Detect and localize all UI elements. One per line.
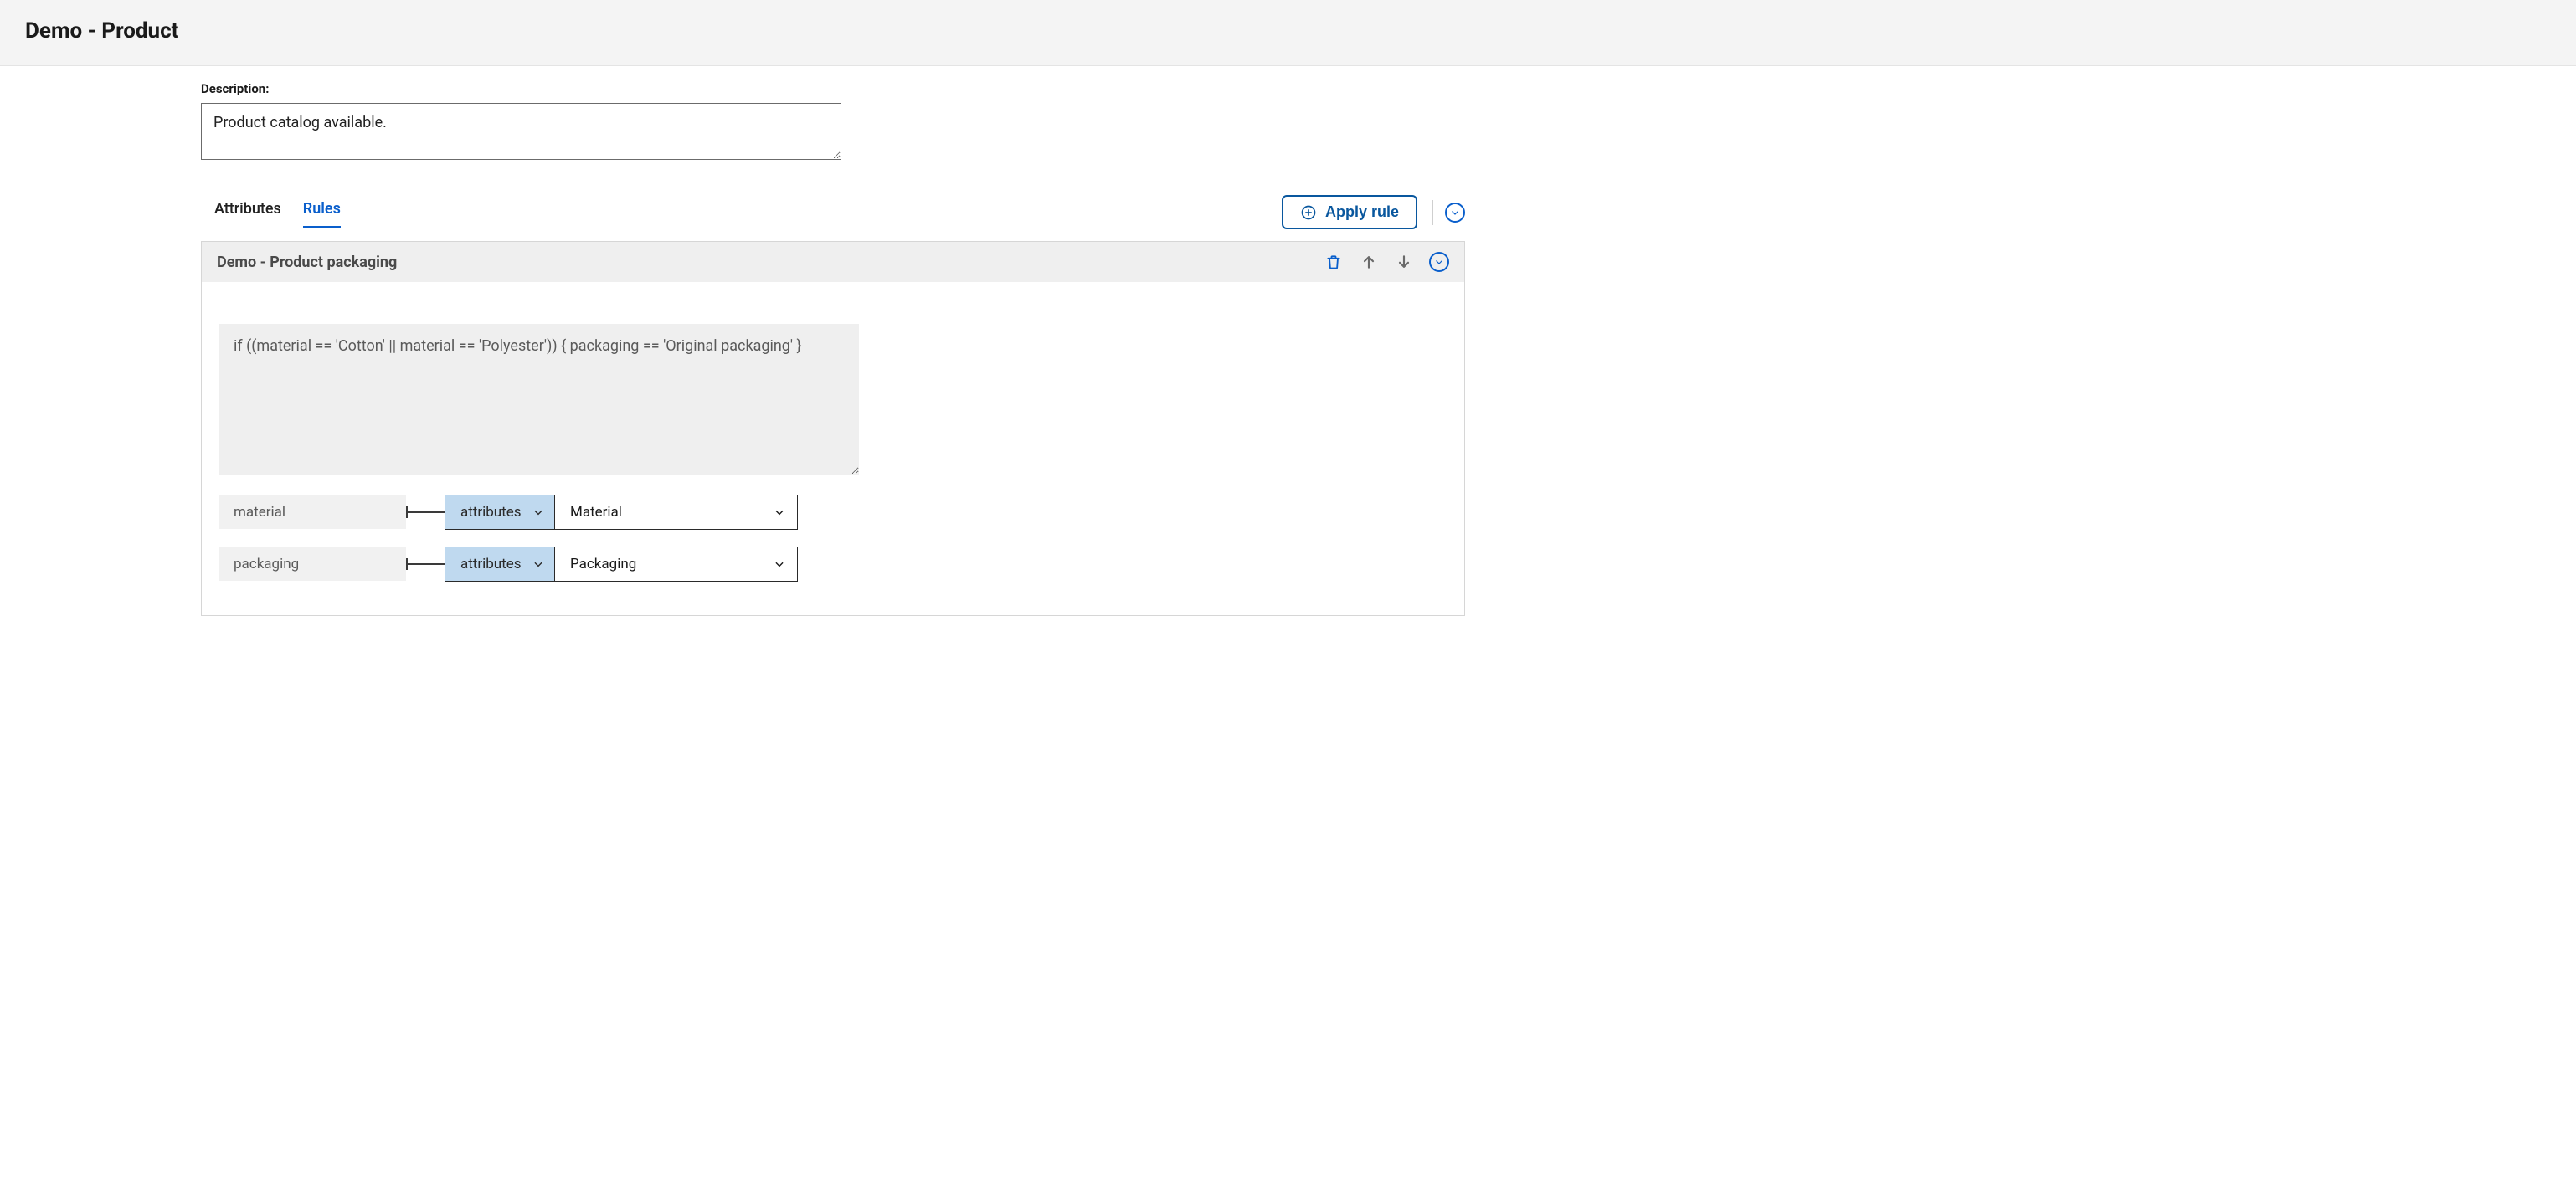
connector-line <box>406 563 445 565</box>
trash-icon <box>1325 254 1342 270</box>
binding-type-select[interactable]: attributes <box>445 495 555 530</box>
binding-variable: material <box>219 495 406 529</box>
binding-value: Material <box>570 504 622 521</box>
chevron-down-icon <box>532 558 544 570</box>
rule-code-input[interactable] <box>219 324 859 475</box>
chevron-down-icon <box>1450 208 1460 218</box>
tabs-more-button[interactable] <box>1445 203 1465 223</box>
connector-line <box>406 511 445 513</box>
tab-attributes[interactable]: Attributes <box>214 197 281 228</box>
rule-title: Demo - Product packaging <box>217 254 1324 271</box>
binding-value-select[interactable]: Packaging <box>555 547 798 582</box>
binding-row: material attributes Material <box>219 495 1447 530</box>
chevron-down-icon <box>774 558 785 570</box>
divider <box>1432 200 1433 225</box>
binding-row: packaging attributes Packaging <box>219 547 1447 582</box>
binding-type-value: attributes <box>460 504 522 521</box>
binding-value-select[interactable]: Material <box>555 495 798 530</box>
binding-type-select[interactable]: attributes <box>445 547 555 582</box>
content-area: Description: Attributes Rules Apply rule… <box>201 66 1465 649</box>
move-down-button[interactable] <box>1394 252 1414 272</box>
chevron-down-icon <box>774 506 785 518</box>
rule-panel: Demo - Product packaging <box>201 241 1465 616</box>
page-header: Demo - Product <box>0 0 2576 66</box>
tabs: Attributes Rules <box>214 197 341 228</box>
move-up-button[interactable] <box>1359 252 1379 272</box>
chevron-down-icon <box>1434 257 1444 267</box>
binding-type-value: attributes <box>460 556 522 572</box>
rule-actions <box>1324 252 1449 272</box>
rule-header: Demo - Product packaging <box>202 242 1464 282</box>
delete-rule-button[interactable] <box>1324 252 1344 272</box>
chevron-down-icon <box>532 506 544 518</box>
tab-rules[interactable]: Rules <box>303 197 341 228</box>
arrow-up-icon <box>1360 254 1377 270</box>
plus-circle-icon <box>1300 204 1317 221</box>
collapse-rule-button[interactable] <box>1429 252 1449 272</box>
bindings: material attributes Material packaging <box>219 495 1447 582</box>
apply-rule-label: Apply rule <box>1325 203 1399 221</box>
arrow-down-icon <box>1396 254 1412 270</box>
description-label: Description: <box>201 81 1465 96</box>
binding-value: Packaging <box>570 556 636 572</box>
rule-body: material attributes Material packaging <box>202 282 1464 615</box>
description-input[interactable] <box>201 103 841 160</box>
apply-rule-button[interactable]: Apply rule <box>1282 195 1417 229</box>
page-title: Demo - Product <box>25 18 2551 44</box>
binding-variable: packaging <box>219 547 406 581</box>
tabs-row: Attributes Rules Apply rule <box>201 195 1465 229</box>
